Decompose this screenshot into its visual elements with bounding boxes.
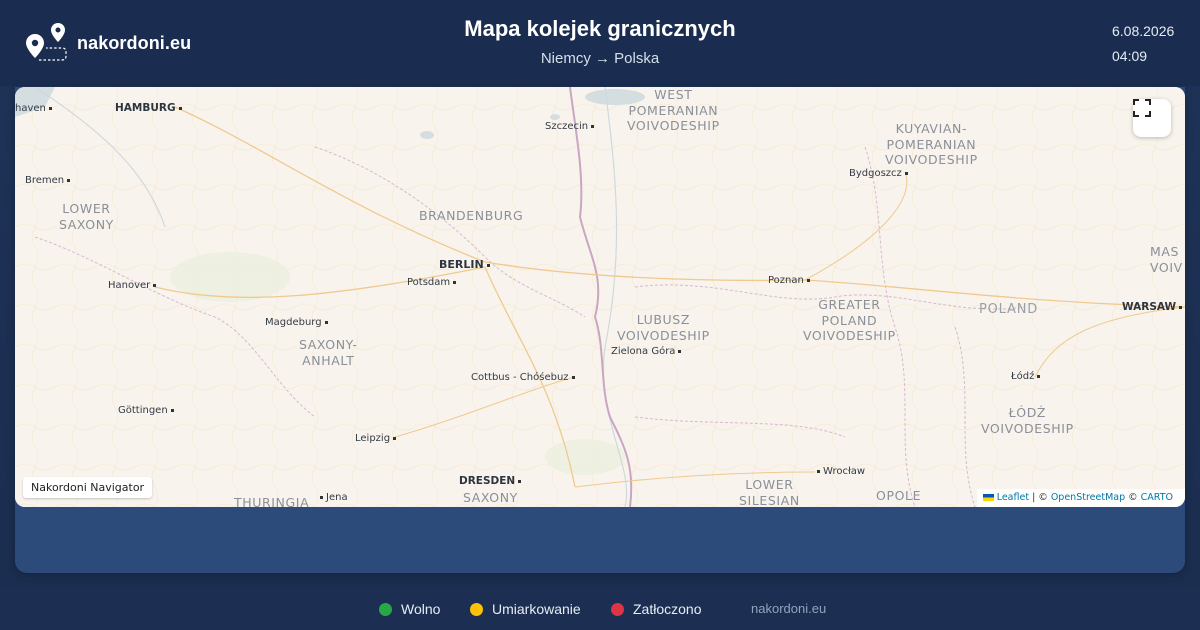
- city-warsaw: WARSAW: [1122, 301, 1182, 313]
- region-masovian: MAS VOIV: [1150, 244, 1183, 275]
- map-card: haven HAMBURG Bremen Szczecin Bydgoszcz …: [15, 87, 1185, 573]
- osm-link[interactable]: OpenStreetMap: [1051, 492, 1125, 503]
- footer-site-link[interactable]: nakordoni.eu: [751, 601, 826, 616]
- leaflet-link[interactable]: Leaflet: [997, 492, 1029, 503]
- map-attribution: Leaflet | © OpenStreetMap © CARTO: [976, 489, 1185, 507]
- city-poznan: Poznan: [768, 275, 810, 286]
- city-zielona-gora: Zielona Góra: [611, 346, 681, 357]
- current-date: 6.08.2026: [1112, 23, 1175, 39]
- region-lower-silesian: LOWER SILESIAN: [739, 477, 800, 507]
- region-saxony: SAXONY: [463, 490, 518, 505]
- city-cottbus: Cottbus - Chóśebuz: [471, 372, 575, 383]
- legend-item-wolno: Wolno: [379, 601, 440, 617]
- nakordoni-navigator-badge[interactable]: Nakordoni Navigator: [23, 477, 153, 498]
- map-background: [15, 87, 1185, 507]
- region-kuyavian-pomeranian: KUYAVIAN- POMERANIAN VOIVODESHIP: [885, 121, 978, 167]
- region-brandenburg: BRANDENBURG: [419, 208, 524, 223]
- region-lodz-voivodeship: ŁÓDŹ VOIVODESHIP: [981, 405, 1074, 436]
- city-leipzig: Leipzig: [355, 433, 396, 444]
- expand-icon: [1133, 99, 1151, 117]
- fullscreen-button[interactable]: [1133, 99, 1171, 137]
- city-hamburg: HAMBURG: [115, 102, 182, 114]
- city-potsdam: Potsdam: [407, 277, 456, 288]
- yellow-status-dot: [470, 602, 483, 616]
- footer: Wolno Umiarkowanie Zatłoczono nakordoni.…: [0, 588, 1200, 630]
- city-hanover: Hanover: [108, 280, 156, 291]
- carto-link[interactable]: CARTO: [1141, 492, 1173, 503]
- city-bremen: Bremen: [25, 175, 70, 186]
- red-status-dot: [611, 602, 624, 616]
- ukraine-flag-icon: [982, 494, 994, 501]
- country-poland: POLAND: [979, 302, 1039, 317]
- city-bydgoszcz: Bydgoszcz: [849, 168, 908, 179]
- city-dresden: DRESDEN: [459, 475, 521, 487]
- city-jena: Jena: [320, 492, 348, 503]
- page-title: Mapa kolejek granicznych: [464, 16, 736, 41]
- city-wroclaw: Wrocław: [817, 466, 865, 477]
- city-gottingen: Göttingen: [118, 405, 174, 416]
- legend-item-umiarkowanie: Umiarkowanie: [470, 601, 581, 617]
- current-time: 04:09: [1112, 48, 1148, 64]
- city-lodz: Łódź: [1011, 371, 1040, 382]
- header: nakordoni.eu Mapa kolejek granicznych Ni…: [0, 0, 1200, 86]
- route-subtitle: Niemcy → Polska: [540, 50, 660, 67]
- city-magdeburg: Magdeburg: [265, 317, 328, 328]
- region-thuringia: THURINGIA: [234, 495, 310, 507]
- city-szczecin: Szczecin: [545, 121, 594, 132]
- region-saxony-anhalt: SAXONY- ANHALT: [299, 337, 358, 368]
- city-berlin: BERLIN: [439, 258, 490, 271]
- region-lubusz: LUBUSZ VOIVODESHIP: [617, 312, 710, 343]
- green-status-dot: [379, 602, 392, 616]
- city-bremerhaven: haven: [15, 103, 52, 114]
- map-canvas[interactable]: haven HAMBURG Bremen Szczecin Bydgoszcz …: [15, 87, 1185, 507]
- legend-item-zatloczono: Zatłoczono: [611, 601, 701, 617]
- region-lower-saxony: LOWER SAXONY: [59, 201, 114, 232]
- region-greater-poland: GREATER POLAND VOIVODESHIP: [803, 297, 896, 343]
- region-opole: OPOLE: [876, 488, 922, 503]
- region-west-pomeranian: WEST POMERANIAN VOIVODESHIP: [627, 87, 720, 133]
